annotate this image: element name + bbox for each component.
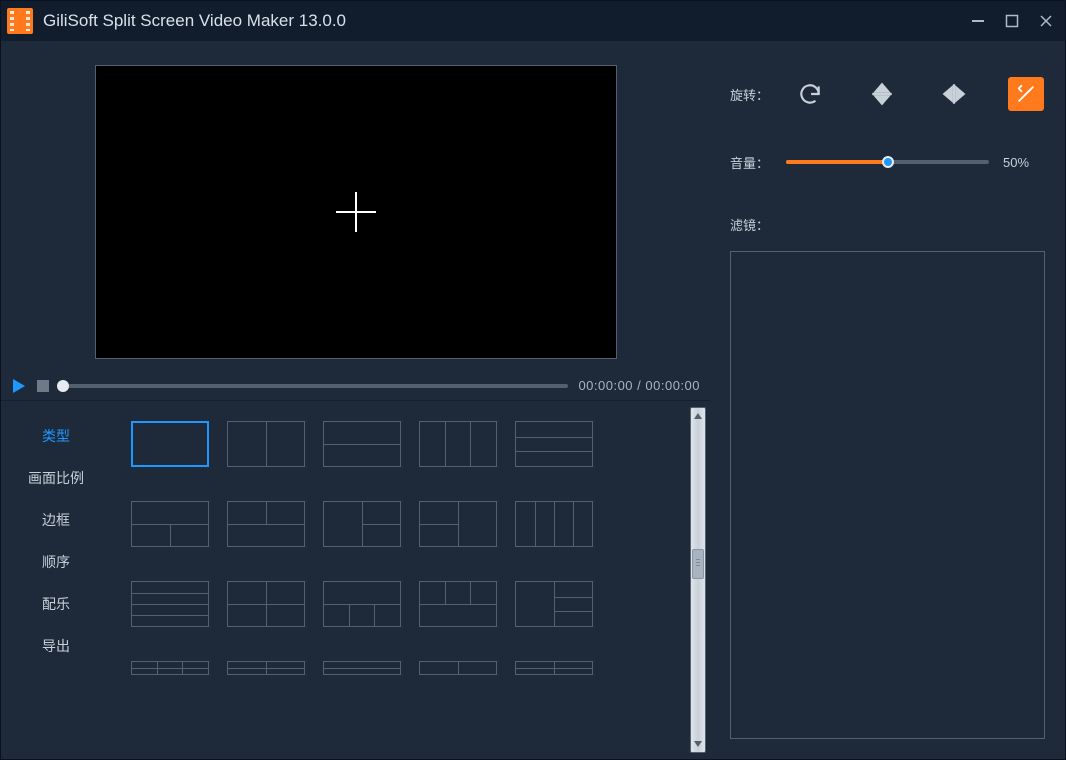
template-item[interactable] [227, 581, 305, 627]
template-item[interactable] [515, 581, 593, 627]
seek-knob[interactable] [57, 380, 69, 392]
title-bar: GiliSoft Split Screen Video Maker 13.0.0 [1, 1, 1065, 41]
crop-button[interactable] [1008, 77, 1044, 111]
tab-music[interactable]: 配乐 [1, 583, 111, 625]
tab-order[interactable]: 顺序 [1, 541, 111, 583]
seek-slider[interactable] [59, 384, 568, 388]
template-scrollbar[interactable] [690, 407, 706, 753]
filter-list[interactable] [730, 251, 1045, 739]
volume-label: 音量： [730, 153, 780, 172]
template-item[interactable] [515, 661, 593, 675]
app-logo [7, 8, 33, 34]
tab-export[interactable]: 导出 [1, 625, 111, 667]
template-item[interactable] [419, 581, 497, 627]
template-item[interactable] [131, 581, 209, 627]
template-item[interactable] [131, 421, 209, 467]
template-item[interactable] [131, 501, 209, 547]
template-item[interactable] [131, 661, 209, 675]
volume-value: 50% [1003, 155, 1045, 170]
template-item[interactable] [515, 501, 593, 547]
app-title: GiliSoft Split Screen Video Maker 13.0.0 [43, 11, 969, 31]
minimize-button[interactable] [969, 12, 987, 30]
rotate-button[interactable] [792, 77, 828, 111]
template-item[interactable] [419, 421, 497, 467]
template-grid [131, 421, 680, 675]
tab-border[interactable]: 边框 [1, 499, 111, 541]
volume-slider[interactable] [786, 160, 989, 164]
rotation-label: 旋转： [730, 85, 780, 104]
play-button[interactable] [11, 378, 27, 394]
template-item[interactable] [515, 421, 593, 467]
side-tabs: 类型 画面比例 边框 顺序 配乐 导出 [1, 401, 111, 759]
template-item[interactable] [323, 501, 401, 547]
scroll-up-icon[interactable] [691, 408, 705, 424]
template-item[interactable] [227, 421, 305, 467]
tab-aspect[interactable]: 画面比例 [1, 457, 111, 499]
template-item[interactable] [227, 661, 305, 675]
maximize-button[interactable] [1003, 12, 1021, 30]
template-item[interactable] [227, 501, 305, 547]
scroll-down-icon[interactable] [691, 736, 705, 752]
tab-type[interactable]: 类型 [1, 415, 111, 457]
close-button[interactable] [1037, 12, 1055, 30]
timecode: 00:00:00 / 00:00:00 [578, 378, 700, 393]
preview-canvas[interactable] [95, 65, 617, 359]
template-item[interactable] [323, 661, 401, 675]
template-item[interactable] [323, 581, 401, 627]
stop-button[interactable] [37, 380, 49, 392]
template-item[interactable] [419, 661, 497, 675]
volume-knob[interactable] [882, 156, 894, 168]
template-item[interactable] [419, 501, 497, 547]
flip-horizontal-button[interactable] [936, 77, 972, 111]
filter-label: 滤镜： [730, 215, 780, 234]
template-item[interactable] [323, 421, 401, 467]
scroll-thumb[interactable] [692, 549, 704, 579]
flip-vertical-button[interactable] [864, 77, 900, 111]
